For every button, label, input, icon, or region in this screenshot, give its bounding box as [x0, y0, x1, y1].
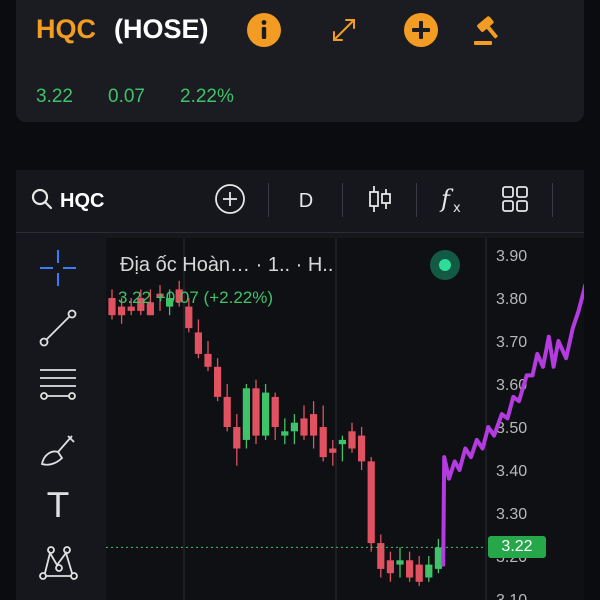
candle-body — [223, 396, 231, 427]
price-chart[interactable]: 3.903.803.703.603.503.403.303.203.10 Địa… — [106, 238, 584, 600]
status-dot-icon[interactable] — [430, 250, 460, 280]
text-tool-label: T — [47, 486, 69, 526]
symbol-search-button[interactable]: HQC — [30, 187, 104, 215]
svg-text:f: f — [439, 185, 454, 213]
candle-body — [281, 431, 289, 436]
price-tick-label: 3.90 — [496, 248, 527, 265]
candle-body — [396, 560, 404, 565]
search-icon — [30, 187, 54, 216]
candle-body — [233, 427, 241, 449]
chart-panel: HQC D f x T 3.90 3.80 3.70 3.60 3.50 3.4… — [16, 170, 584, 600]
trend-line-tool[interactable] — [36, 308, 80, 352]
drawing-toolbar: T — [16, 234, 104, 600]
candle-body — [406, 560, 414, 578]
expand-icon[interactable] — [326, 12, 362, 48]
layout-button[interactable] — [497, 183, 533, 219]
legend-stats: 3.22 +0.07 (+2.22%) — [118, 288, 274, 307]
indicators-button[interactable]: f x — [436, 183, 472, 219]
toolbar-divider — [552, 183, 553, 217]
brush-icon — [38, 430, 78, 475]
candle-body — [319, 427, 327, 458]
interval-button[interactable]: D — [288, 183, 324, 219]
grid-layout-icon — [501, 185, 529, 218]
function-fx-icon: f x — [438, 183, 470, 220]
search-symbol-label: HQC — [60, 189, 105, 212]
pattern-tool[interactable] — [36, 542, 80, 586]
chart-type-button[interactable] — [362, 183, 398, 219]
candle-body — [204, 353, 212, 367]
chart-toolbar: HQC D f x — [16, 170, 584, 233]
exchange-label: (HOSE) — [114, 14, 209, 44]
candle-body — [108, 298, 116, 316]
text-tool[interactable]: T — [36, 484, 80, 528]
interval-label: D — [298, 189, 314, 212]
candle-body — [242, 388, 250, 440]
candlestick-icon — [366, 183, 394, 220]
change-value: 0.07 — [108, 86, 145, 107]
price-value: 3.22 — [36, 86, 73, 107]
quote-header: HQC (HOSE) 3.22 0.07 2.22% — [16, 0, 584, 122]
candle-body — [310, 414, 318, 436]
plus-circle-icon — [214, 183, 246, 220]
change-percent: 2.22% — [180, 86, 234, 107]
crosshair-tool[interactable] — [36, 248, 80, 292]
candle-body — [386, 560, 394, 574]
svg-text:x: x — [453, 201, 461, 215]
fib-lines-icon — [38, 364, 78, 409]
candle-body — [185, 306, 193, 329]
candle-body — [348, 431, 356, 449]
pattern-icon — [38, 542, 78, 587]
fib-retracement-tool[interactable] — [36, 364, 80, 408]
candle-body — [338, 439, 346, 445]
toolbar-divider — [268, 183, 269, 217]
price-tick-label: 3.30 — [496, 506, 527, 523]
candle-body — [425, 564, 433, 578]
candle-body — [290, 422, 298, 432]
candle-body — [377, 543, 385, 569]
candle-body — [415, 564, 423, 582]
info-icon[interactable] — [246, 12, 282, 48]
price-tick-label: 3.10 — [496, 592, 527, 600]
brush-tool[interactable] — [36, 430, 80, 474]
candle-body — [214, 366, 222, 397]
add-comparison-button[interactable] — [212, 183, 248, 219]
price-tick-label: 3.40 — [496, 463, 527, 480]
trend-line-icon — [38, 308, 78, 353]
candle-body — [300, 418, 308, 436]
toolbar-divider — [342, 183, 343, 217]
ticker-symbol: HQC — [36, 14, 96, 44]
add-icon[interactable] — [403, 12, 439, 48]
auction-hammer-icon[interactable] — [470, 12, 506, 48]
candle-body — [358, 435, 366, 462]
candle-body — [194, 332, 202, 354]
price-tick-label: 3.70 — [496, 334, 527, 351]
legend-title: Địa ốc Hoàn… · 1.. · H.. — [120, 254, 334, 276]
candle-body — [329, 448, 337, 453]
candle-body — [252, 388, 260, 436]
toolbar-divider — [416, 183, 417, 217]
candle-body — [271, 396, 279, 427]
candle-body — [262, 392, 270, 436]
current-price-badge: 3.22 — [488, 536, 546, 558]
crosshair-icon — [38, 248, 78, 293]
candle-body — [367, 461, 375, 544]
price-tick-label: 3.80 — [496, 291, 527, 308]
candle-body — [434, 547, 442, 569]
